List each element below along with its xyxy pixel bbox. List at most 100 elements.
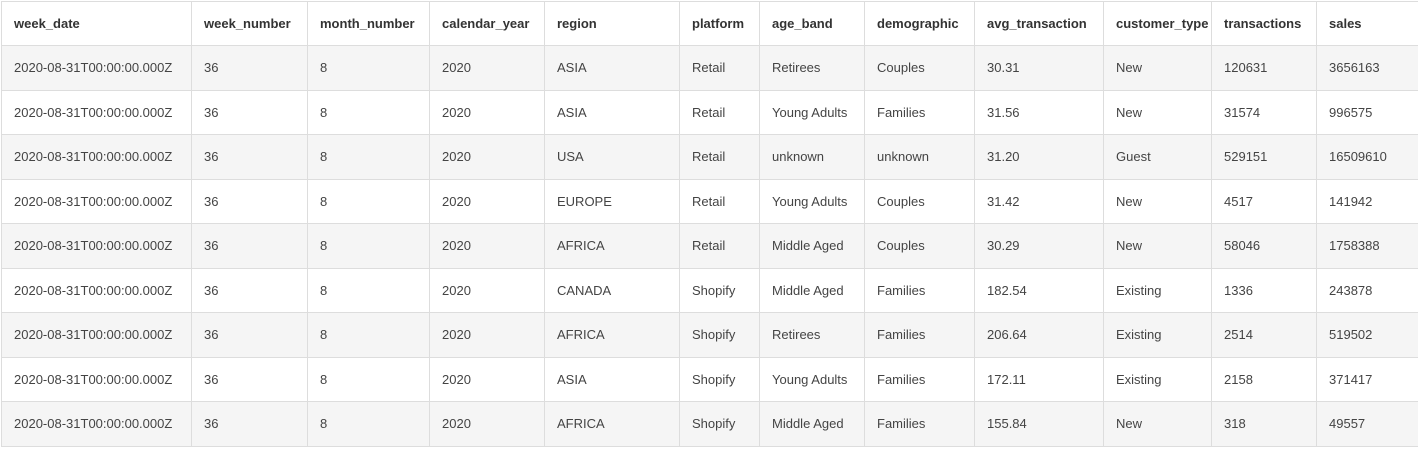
table-cell: 31.42 bbox=[975, 179, 1104, 224]
table-header-row: week_date week_number month_number calen… bbox=[2, 2, 1418, 46]
table-cell: 8 bbox=[308, 357, 430, 402]
table-cell: 2020 bbox=[430, 313, 545, 358]
table-cell: 58046 bbox=[1212, 224, 1317, 269]
table-cell: 2020 bbox=[430, 46, 545, 91]
column-header-demographic[interactable]: demographic bbox=[865, 2, 975, 46]
table-cell: 2020-08-31T00:00:00.000Z bbox=[2, 46, 192, 91]
table-cell: Existing bbox=[1104, 268, 1212, 313]
table-cell: New bbox=[1104, 224, 1212, 269]
table-cell: Couples bbox=[865, 224, 975, 269]
table-cell: USA bbox=[545, 135, 680, 180]
table-cell: 120631 bbox=[1212, 46, 1317, 91]
table-cell: 2020-08-31T00:00:00.000Z bbox=[2, 90, 192, 135]
table-cell: 519502 bbox=[1317, 313, 1418, 358]
table-cell: 8 bbox=[308, 90, 430, 135]
table-cell: 8 bbox=[308, 402, 430, 447]
table-cell: 36 bbox=[192, 313, 308, 358]
table-cell: 2020 bbox=[430, 357, 545, 402]
table-row: 2020-08-31T00:00:00.000Z 36 8 2020 ASIA … bbox=[2, 357, 1418, 402]
column-header-month-number[interactable]: month_number bbox=[308, 2, 430, 46]
table-cell: CANADA bbox=[545, 268, 680, 313]
table-cell: ASIA bbox=[545, 46, 680, 91]
table-cell: Families bbox=[865, 268, 975, 313]
column-header-week-date[interactable]: week_date bbox=[2, 2, 192, 46]
table-cell: Shopify bbox=[680, 313, 760, 358]
table-cell: 16509610 bbox=[1317, 135, 1418, 180]
table-cell: 2020-08-31T00:00:00.000Z bbox=[2, 402, 192, 447]
table-cell: New bbox=[1104, 402, 1212, 447]
table-cell: 36 bbox=[192, 90, 308, 135]
table-cell: Existing bbox=[1104, 313, 1212, 358]
table-cell: 2020 bbox=[430, 402, 545, 447]
table-cell: 172.11 bbox=[975, 357, 1104, 402]
table-cell: AFRICA bbox=[545, 224, 680, 269]
table-cell: Shopify bbox=[680, 402, 760, 447]
table-cell: 243878 bbox=[1317, 268, 1418, 313]
column-header-region[interactable]: region bbox=[545, 2, 680, 46]
table-cell: 36 bbox=[192, 135, 308, 180]
table-cell: 2020-08-31T00:00:00.000Z bbox=[2, 268, 192, 313]
table-cell: 141942 bbox=[1317, 179, 1418, 224]
table-cell: 36 bbox=[192, 402, 308, 447]
table-cell: Middle Aged bbox=[760, 402, 865, 447]
table-cell: 8 bbox=[308, 224, 430, 269]
table-cell: 36 bbox=[192, 268, 308, 313]
table-cell: 36 bbox=[192, 46, 308, 91]
column-header-transactions[interactable]: transactions bbox=[1212, 2, 1317, 46]
table-cell: New bbox=[1104, 179, 1212, 224]
table-cell: Retail bbox=[680, 46, 760, 91]
table-cell: Shopify bbox=[680, 268, 760, 313]
table-row: 2020-08-31T00:00:00.000Z 36 8 2020 EUROP… bbox=[2, 179, 1418, 224]
table-cell: Shopify bbox=[680, 357, 760, 402]
table-cell: Young Adults bbox=[760, 357, 865, 402]
table-cell: 8 bbox=[308, 268, 430, 313]
table-cell: Young Adults bbox=[760, 90, 865, 135]
table-cell: 36 bbox=[192, 224, 308, 269]
table-cell: Retirees bbox=[760, 46, 865, 91]
column-header-calendar-year[interactable]: calendar_year bbox=[430, 2, 545, 46]
table-cell: 371417 bbox=[1317, 357, 1418, 402]
column-header-customer-type[interactable]: customer_type bbox=[1104, 2, 1212, 46]
table-cell: 206.64 bbox=[975, 313, 1104, 358]
table-cell: 2020-08-31T00:00:00.000Z bbox=[2, 135, 192, 180]
table-cell: 31.56 bbox=[975, 90, 1104, 135]
results-table: week_date week_number month_number calen… bbox=[1, 1, 1418, 447]
table-cell: AFRICA bbox=[545, 402, 680, 447]
table-cell: 2020 bbox=[430, 90, 545, 135]
table-cell: 2020-08-31T00:00:00.000Z bbox=[2, 313, 192, 358]
column-header-platform[interactable]: platform bbox=[680, 2, 760, 46]
table-cell: Families bbox=[865, 357, 975, 402]
table-cell: ASIA bbox=[545, 90, 680, 135]
table-cell: ASIA bbox=[545, 357, 680, 402]
table-cell: 3656163 bbox=[1317, 46, 1418, 91]
table-cell: EUROPE bbox=[545, 179, 680, 224]
column-header-age-band[interactable]: age_band bbox=[760, 2, 865, 46]
table-cell: Young Adults bbox=[760, 179, 865, 224]
table-cell: 31.20 bbox=[975, 135, 1104, 180]
table-cell: 2020 bbox=[430, 224, 545, 269]
table-cell: 996575 bbox=[1317, 90, 1418, 135]
table-cell: 2020-08-31T00:00:00.000Z bbox=[2, 357, 192, 402]
table-cell: Existing bbox=[1104, 357, 1212, 402]
table-cell: 1336 bbox=[1212, 268, 1317, 313]
table-cell: 1758388 bbox=[1317, 224, 1418, 269]
table-cell: Retail bbox=[680, 179, 760, 224]
table-cell: 36 bbox=[192, 357, 308, 402]
table-cell: 2020 bbox=[430, 135, 545, 180]
table-cell: 318 bbox=[1212, 402, 1317, 447]
table-row: 2020-08-31T00:00:00.000Z 36 8 2020 AFRIC… bbox=[2, 313, 1418, 358]
table-cell: 182.54 bbox=[975, 268, 1104, 313]
table-cell: Couples bbox=[865, 179, 975, 224]
column-header-sales[interactable]: sales bbox=[1317, 2, 1418, 46]
table-cell: Families bbox=[865, 313, 975, 358]
table-cell: 2020 bbox=[430, 179, 545, 224]
table-cell: 49557 bbox=[1317, 402, 1418, 447]
column-header-avg-transaction[interactable]: avg_transaction bbox=[975, 2, 1104, 46]
table-cell: Retail bbox=[680, 135, 760, 180]
table-row: 2020-08-31T00:00:00.000Z 36 8 2020 ASIA … bbox=[2, 46, 1418, 91]
table-cell: 155.84 bbox=[975, 402, 1104, 447]
table-cell: 4517 bbox=[1212, 179, 1317, 224]
table-cell: Middle Aged bbox=[760, 224, 865, 269]
table-cell: Retirees bbox=[760, 313, 865, 358]
column-header-week-number[interactable]: week_number bbox=[192, 2, 308, 46]
